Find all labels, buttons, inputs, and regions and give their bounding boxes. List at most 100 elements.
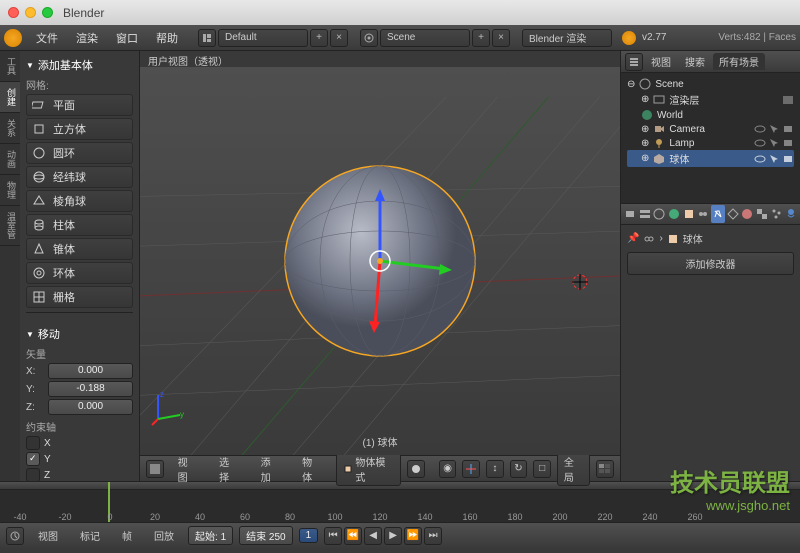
- pin-icon[interactable]: 📌: [627, 233, 639, 244]
- cursor-icon[interactable]: [768, 123, 780, 135]
- outliner-scene[interactable]: ⊖Scene: [627, 77, 794, 91]
- outliner-editor-icon[interactable]: [625, 53, 643, 71]
- prop-tab-texture[interactable]: [755, 205, 769, 223]
- tool-tab-2[interactable]: 关系: [0, 113, 20, 144]
- eye-icon[interactable]: [754, 153, 766, 165]
- prop-tab-physics[interactable]: [784, 205, 798, 223]
- tl-menu-playback[interactable]: 回放: [146, 526, 182, 545]
- mesh-cube[interactable]: 立方体: [26, 118, 133, 140]
- prop-tab-world[interactable]: [667, 205, 681, 223]
- camera-render-icon[interactable]: [782, 123, 794, 135]
- outliner-sphere[interactable]: ⊕球体: [627, 150, 794, 167]
- scene-icon[interactable]: [360, 29, 378, 47]
- scene-add-button[interactable]: +: [472, 29, 490, 47]
- tool-tab-4[interactable]: 物理: [0, 175, 20, 206]
- vp-menu-add[interactable]: 添加: [253, 452, 289, 486]
- camera-render-icon[interactable]: [782, 137, 794, 149]
- mesh-circle[interactable]: 圆环: [26, 142, 133, 164]
- mode-dropdown[interactable]: 物体模式: [336, 452, 402, 486]
- cursor-icon[interactable]: [768, 137, 780, 149]
- mesh-cone[interactable]: 锥体: [26, 238, 133, 260]
- render-icon[interactable]: [782, 94, 794, 106]
- mesh-grid[interactable]: 栅格: [26, 286, 133, 308]
- orientation-dropdown[interactable]: 全局: [557, 452, 591, 486]
- outliner-lamp[interactable]: ⊕Lamp: [627, 136, 794, 150]
- mesh-uvsphere[interactable]: 经纬球: [26, 166, 133, 188]
- tl-menu-marker[interactable]: 标记: [72, 526, 108, 545]
- outliner-camera[interactable]: ⊕Camera: [627, 122, 794, 136]
- keyframe-next-icon[interactable]: ⏩: [404, 527, 422, 545]
- render-engine-dropdown[interactable]: Blender 渲染: [522, 29, 612, 47]
- end-frame-field[interactable]: 结束 250: [239, 526, 292, 545]
- mesh-icosphere[interactable]: 棱角球: [26, 190, 133, 212]
- prop-tab-render[interactable]: [623, 205, 637, 223]
- layers-icon[interactable]: [596, 460, 614, 478]
- prop-tab-object[interactable]: [682, 205, 696, 223]
- close-window-button[interactable]: [8, 7, 19, 18]
- add-modifier-dropdown[interactable]: 添加修改器: [627, 252, 794, 275]
- outliner-tab-view[interactable]: 视图: [645, 53, 677, 70]
- outliner-world[interactable]: World: [627, 108, 794, 122]
- vp-menu-object[interactable]: 物体: [294, 452, 330, 486]
- expand-icon[interactable]: ⊕: [641, 124, 649, 135]
- sphere-object[interactable]: [280, 161, 480, 361]
- constraint-y-check[interactable]: [26, 452, 40, 466]
- 3d-viewport[interactable]: zy (1) 球体: [140, 67, 620, 455]
- panel-add-primitive[interactable]: 添加基本体: [26, 55, 133, 75]
- expand-icon[interactable]: ⊕: [641, 138, 649, 149]
- menu-render[interactable]: 渲染: [68, 28, 106, 48]
- prop-tab-data[interactable]: [726, 205, 740, 223]
- eye-icon[interactable]: [754, 123, 766, 135]
- shading-solid-icon[interactable]: [407, 460, 425, 478]
- prop-tab-scene[interactable]: [652, 205, 666, 223]
- play-reverse-icon[interactable]: ◀: [364, 527, 382, 545]
- tool-tab-3[interactable]: 动画: [0, 144, 20, 175]
- jump-start-icon[interactable]: ⏮: [324, 527, 342, 545]
- screen-layout-icon[interactable]: [198, 29, 216, 47]
- timeline-editor-icon[interactable]: [6, 527, 24, 545]
- play-icon[interactable]: ▶: [384, 527, 402, 545]
- vec-y-field[interactable]: -0.188: [48, 381, 133, 397]
- minimize-window-button[interactable]: [25, 7, 36, 18]
- tl-menu-frame[interactable]: 帧: [114, 526, 140, 545]
- cursor-icon[interactable]: [768, 153, 780, 165]
- vec-z-field[interactable]: 0.000: [48, 399, 133, 415]
- prop-tab-renderlayers[interactable]: [638, 205, 652, 223]
- vec-x-field[interactable]: 0.000: [48, 363, 133, 379]
- layout-remove-button[interactable]: ×: [330, 29, 348, 47]
- keyframe-prev-icon[interactable]: ⏪: [344, 527, 362, 545]
- manipulator-icon[interactable]: [462, 460, 480, 478]
- tool-tab-1[interactable]: 创建: [0, 82, 20, 113]
- scene-remove-button[interactable]: ×: [492, 29, 510, 47]
- outliner[interactable]: ⊖Scene ⊕渲染层 World ⊕Camera ⊕Lamp ⊕球体: [621, 73, 800, 203]
- constraint-z-check[interactable]: [26, 468, 40, 481]
- current-frame-field[interactable]: 1: [299, 528, 319, 543]
- vp-menu-select[interactable]: 选择: [211, 452, 247, 486]
- manipulator-scale-icon[interactable]: □: [533, 460, 551, 478]
- scene-dropdown[interactable]: Scene: [380, 29, 470, 47]
- expand-icon[interactable]: ⊖: [627, 79, 635, 90]
- vp-menu-view[interactable]: 视图: [170, 452, 206, 486]
- menu-window[interactable]: 窗口: [108, 28, 146, 48]
- start-frame-field[interactable]: 起始: 1: [188, 526, 233, 545]
- eye-icon[interactable]: [754, 137, 766, 149]
- pivot-icon[interactable]: ◉: [439, 460, 457, 478]
- mesh-torus[interactable]: 环体: [26, 262, 133, 284]
- menu-help[interactable]: 帮助: [148, 28, 186, 48]
- outliner-renderlayers[interactable]: ⊕渲染层: [627, 91, 794, 108]
- panel-translate[interactable]: 移动: [26, 324, 133, 344]
- tool-tab-5[interactable]: 温室管: [0, 206, 20, 246]
- menu-file[interactable]: 文件: [28, 28, 66, 48]
- constraint-x-check[interactable]: [26, 436, 40, 450]
- prop-tab-modifiers[interactable]: [711, 205, 725, 223]
- prop-tab-material[interactable]: [740, 205, 754, 223]
- playhead[interactable]: [108, 482, 110, 490]
- expand-icon[interactable]: ⊕: [641, 94, 649, 105]
- layout-add-button[interactable]: +: [310, 29, 328, 47]
- expand-icon[interactable]: ⊕: [641, 153, 649, 164]
- prop-tab-particles[interactable]: [770, 205, 784, 223]
- jump-end-icon[interactable]: ⏭: [424, 527, 442, 545]
- manipulator-rotate-icon[interactable]: ↻: [510, 460, 528, 478]
- tl-menu-view[interactable]: 视图: [30, 526, 66, 545]
- maximize-window-button[interactable]: [42, 7, 53, 18]
